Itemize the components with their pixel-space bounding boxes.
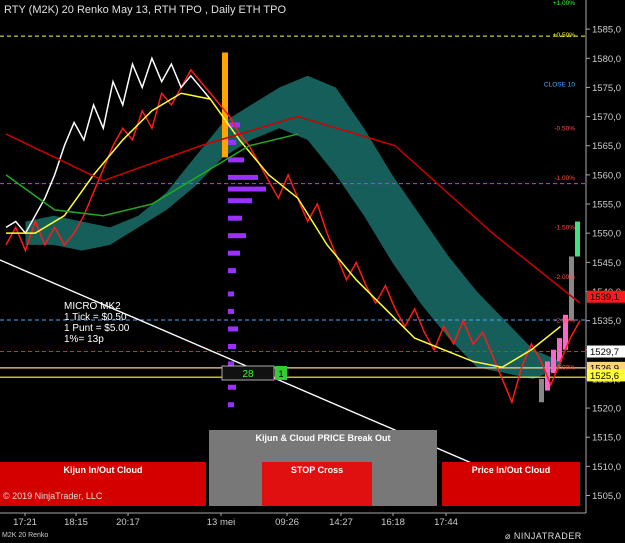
y-tick-label: 1550,0 xyxy=(592,229,621,240)
info-line: 1%= 13p xyxy=(64,334,104,345)
percent-level-label: +1,00% xyxy=(553,0,575,7)
kijun-inout-label: Kijun In/Out Cloud xyxy=(63,465,143,475)
y-tick-label: 1535,0 xyxy=(592,316,621,327)
info-line: 1 Tick = $0.50 xyxy=(64,312,127,323)
tpo-profile-bar xyxy=(228,198,252,204)
y-tick-label: 1565,0 xyxy=(592,141,621,152)
y-tick-label: 1585,0 xyxy=(592,25,621,36)
copyright-text: © 2019 NinjaTrader, LLC xyxy=(3,491,103,501)
tpo-profile-bar xyxy=(228,233,246,239)
renko-brick xyxy=(569,256,574,321)
tpo-profile-bar xyxy=(228,186,266,192)
series-line xyxy=(5,56,211,235)
x-tick-label: 13 mei xyxy=(207,517,236,528)
price-inout-label: Price In/Out Cloud xyxy=(471,465,551,475)
tpo-profile-bar xyxy=(228,326,238,332)
tpo-profile-bar xyxy=(228,250,240,256)
x-tick-label: 17:21 xyxy=(13,517,37,528)
tpo-profile-bar xyxy=(228,139,236,145)
tpo-profile-bar xyxy=(228,343,236,349)
x-tick-label: 18:15 xyxy=(64,517,88,528)
series-line xyxy=(5,133,299,217)
x-tick-label: 20:17 xyxy=(116,517,140,528)
percent-level-label: -1.00% xyxy=(554,175,575,182)
y-tick-label: 1510,0 xyxy=(592,462,621,473)
y-tick-label: 1580,0 xyxy=(592,54,621,65)
tpo-profile-bar xyxy=(228,174,258,180)
percent-level-label: -3.00% xyxy=(554,364,575,371)
info-line: MICRO MK2 xyxy=(64,301,121,312)
counter-value: 28 xyxy=(242,369,254,380)
chart-title: RTY (M2K) 20 Renko May 13, RTH TPO , Dai… xyxy=(4,4,287,16)
x-tick-label: 17:44 xyxy=(434,517,458,528)
series-line xyxy=(5,115,581,304)
instrument-info: MICRO MK2 1 Tick = $0.50 1 Punt = $5.00 … xyxy=(64,301,129,345)
price-label: 1539,1 xyxy=(590,292,619,303)
price-label: 1529,7 xyxy=(590,347,619,358)
renko-brick xyxy=(575,221,580,257)
ninjatrader-logo: ⌀ NINJATRADER xyxy=(505,531,582,541)
tpo-profile-bar xyxy=(228,215,242,221)
tpo-profile-bar xyxy=(228,308,234,314)
percent-level-label: -1.50% xyxy=(554,224,575,231)
y-tick-label: 1545,0 xyxy=(592,258,621,269)
percent-level-label: CLOSE 10 xyxy=(544,82,575,89)
kijun-cloud-breakout-label: Kijun & Cloud PRICE Break Out xyxy=(255,433,391,443)
percent-level-label: -0.50% xyxy=(554,125,575,132)
y-tick-label: 1575,0 xyxy=(592,83,621,94)
percent-level-label: +0.50% xyxy=(553,32,575,39)
y-tick-label: 1555,0 xyxy=(592,200,621,211)
stop-cross-button[interactable]: STOP Cross xyxy=(262,462,372,506)
stop-cross-label: STOP Cross xyxy=(290,465,344,475)
price-inout-button[interactable]: Price In/Out Cloud xyxy=(442,462,580,506)
tpo-profile-bar xyxy=(228,384,236,390)
percent-level-label: -2.50% xyxy=(554,318,575,325)
y-tick-label: 1570,0 xyxy=(592,112,621,123)
info-line: 1 Punt = $5.00 xyxy=(64,323,130,334)
counter-marker-label: 1 xyxy=(278,369,283,379)
x-tick-label: 14:27 xyxy=(329,517,353,528)
y-tick-label: 1560,0 xyxy=(592,170,621,181)
open-range-bar xyxy=(222,52,228,158)
tpo-profile-bar xyxy=(228,268,236,274)
y-tick-label: 1505,0 xyxy=(592,491,621,502)
y-tick-label: 1520,0 xyxy=(592,404,621,415)
renko-brick xyxy=(539,378,544,403)
percent-level-label: -2.00% xyxy=(554,274,575,281)
y-tick-label: 1515,0 xyxy=(592,433,621,444)
tpo-profile-bar xyxy=(228,157,244,163)
tpo-profile-bar xyxy=(228,402,234,408)
logo-text: NINJATRADER xyxy=(513,531,582,541)
chart-footer-label: M2K 20 Renko xyxy=(2,532,49,539)
tpo-profile-bar xyxy=(228,291,234,297)
x-tick-label: 16:18 xyxy=(381,517,405,528)
price-label: 1525,6 xyxy=(590,371,619,382)
x-tick-label: 09:26 xyxy=(275,517,299,528)
